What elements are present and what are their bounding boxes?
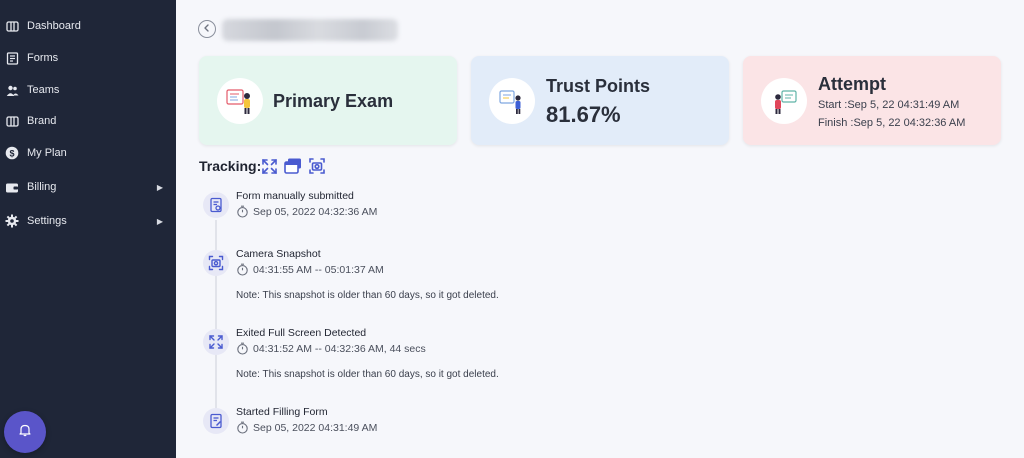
attempt-start: Start :Sep 5, 22 04:31:49 AM <box>818 99 960 111</box>
dollar-icon: $ <box>5 146 19 160</box>
timeline-line <box>215 220 217 410</box>
sidebar-item-label: Teams <box>27 84 60 96</box>
event-time-text: 04:31:52 AM -- 04:32:36 AM, 44 secs <box>253 342 426 355</box>
main-content: Primary Exam Trust Points 81.67% Attempt… <box>176 0 1024 458</box>
wallet-icon <box>5 180 19 194</box>
back-button[interactable] <box>198 20 216 38</box>
sidebar-item-label: My Plan <box>27 147 67 159</box>
window-icon[interactable] <box>284 157 302 175</box>
event-time-text: Sep 05, 2022 04:32:36 AM <box>253 205 378 218</box>
sidebar-item-label: Brand <box>27 115 57 127</box>
trust-points-value: 81.67% <box>546 102 621 127</box>
sidebar-item-label: Dashboard <box>27 20 81 32</box>
exit-fullscreen-icon <box>203 329 229 355</box>
sidebar-item-dashboard[interactable]: Dashboard <box>0 12 176 40</box>
blurred-email <box>222 19 398 41</box>
stopwatch-icon <box>236 342 249 355</box>
event-time: Sep 05, 2022 04:31:49 AM <box>236 421 377 434</box>
event-title: Camera Snapshot <box>236 248 321 260</box>
attempt-card: Attempt Start :Sep 5, 22 04:31:49 AM Fin… <box>743 56 1001 145</box>
sidebar: Dashboard Forms Teams Brand $ My Plan Bi… <box>0 0 176 458</box>
event-note: Note: This snapshot is older than 60 day… <box>236 369 499 380</box>
back-arrow-icon <box>202 20 212 38</box>
tracking-icons <box>260 157 326 175</box>
sidebar-item-billing[interactable]: Billing ▶ <box>0 173 176 201</box>
event-time: 04:31:52 AM -- 04:32:36 AM, 44 secs <box>236 342 426 355</box>
trust-points-card: Trust Points 81.67% <box>471 56 729 145</box>
forms-icon <box>5 51 19 65</box>
event-time: Sep 05, 2022 04:32:36 AM <box>236 205 377 218</box>
sidebar-item-settings[interactable]: Settings ▶ <box>0 207 176 235</box>
sidebar-item-teams[interactable]: Teams <box>0 76 176 104</box>
teams-icon <box>5 83 19 97</box>
chevron-right-icon: ▶ <box>156 216 163 226</box>
stopwatch-icon <box>236 205 249 218</box>
form-submitted-icon <box>203 192 229 218</box>
event-title: Form manually submitted <box>236 190 354 202</box>
stopwatch-icon <box>236 263 249 276</box>
trust-illustration <box>489 78 535 124</box>
attempt-finish: Finish :Sep 5, 22 04:32:36 AM <box>818 117 966 129</box>
bell-icon <box>18 423 32 442</box>
dashboard-icon <box>5 19 19 33</box>
camera-icon[interactable] <box>308 157 326 175</box>
svg-text:$: $ <box>9 148 14 158</box>
sidebar-item-my-plan[interactable]: $ My Plan <box>0 139 176 167</box>
trust-points-title: Trust Points <box>546 76 651 96</box>
camera-snapshot-icon <box>203 250 229 276</box>
started-form-icon <box>203 408 229 434</box>
gear-icon <box>5 214 19 228</box>
primary-exam-title: Primary Exam <box>273 91 394 111</box>
sidebar-item-label: Settings <box>27 215 67 227</box>
attempt-title: Attempt <box>818 74 886 94</box>
attempt-illustration <box>761 78 807 124</box>
sidebar-item-brand[interactable]: Brand <box>0 107 176 135</box>
event-time-text: Sep 05, 2022 04:31:49 AM <box>253 421 378 434</box>
stopwatch-icon <box>236 421 249 434</box>
event-title: Exited Full Screen Detected <box>236 327 367 339</box>
event-title: Started Filling Form <box>236 406 328 418</box>
sidebar-item-label: Forms <box>27 52 59 64</box>
chevron-right-icon: ▶ <box>156 182 163 192</box>
event-note: Note: This snapshot is older than 60 day… <box>236 290 499 301</box>
sidebar-item-forms[interactable]: Forms <box>0 44 176 72</box>
sidebar-item-label: Billing <box>27 181 57 193</box>
brand-icon <box>5 114 19 128</box>
tracking-label: Tracking: <box>199 158 262 174</box>
event-time-text: 04:31:55 AM -- 05:01:37 AM <box>253 263 384 276</box>
primary-exam-card: Primary Exam <box>199 56 457 145</box>
exam-illustration <box>217 78 263 124</box>
notifications-button[interactable] <box>4 411 46 453</box>
event-time: 04:31:55 AM -- 05:01:37 AM <box>236 263 384 276</box>
fullscreen-icon[interactable] <box>260 157 278 175</box>
